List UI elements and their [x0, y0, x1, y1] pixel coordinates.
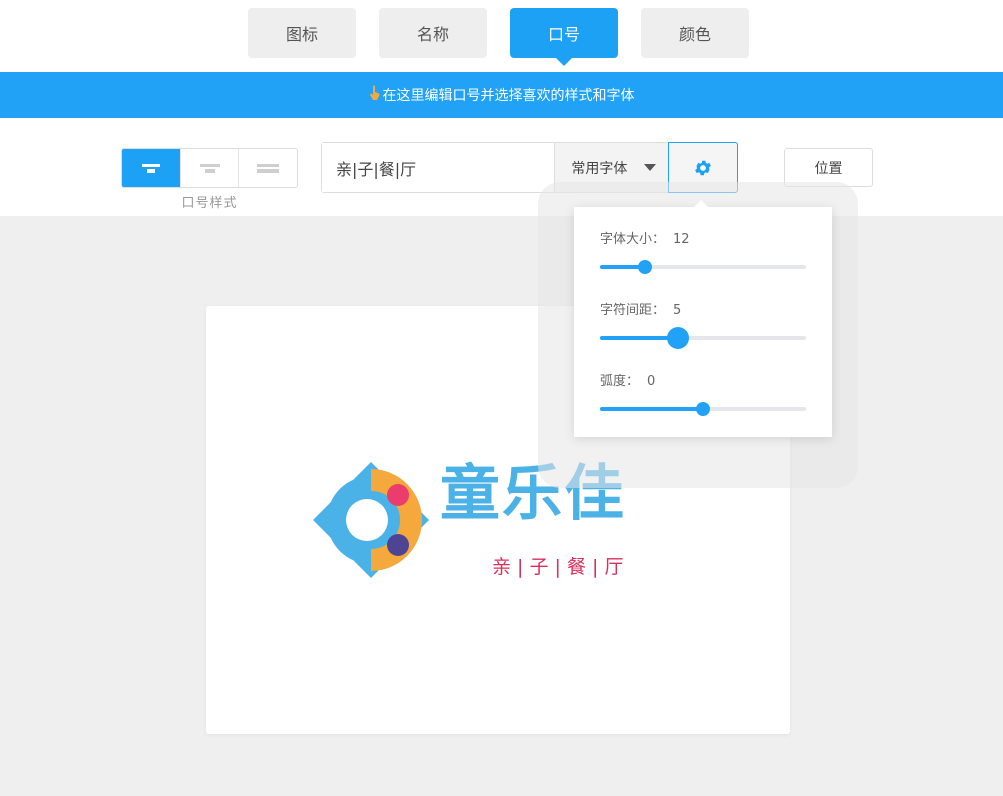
letter-spacing-slider[interactable]	[600, 327, 806, 349]
caret-down-icon	[644, 164, 657, 171]
font-size-slider[interactable]	[600, 260, 806, 274]
letter-spacing-slider-thumb[interactable]	[667, 327, 690, 349]
hint-banner: 在这里编辑口号并选择喜欢的样式和字体	[0, 72, 1003, 118]
slogan-input[interactable]	[322, 143, 555, 192]
top-tab-bar: 图标 名称 口号 颜色	[0, 0, 1003, 72]
pointing-hand-icon	[369, 85, 381, 105]
hint-text: 在这里编辑口号并选择喜欢的样式和字体	[382, 88, 635, 104]
style-top-icon	[141, 163, 160, 173]
logo-emblem-icon	[313, 462, 429, 578]
curvature-slider-thumb[interactable]	[696, 402, 710, 416]
curvature-value: 0	[647, 374, 656, 389]
slogan-text: 亲 | 子 | 餐 | 厅	[492, 556, 624, 578]
tab-slogan[interactable]: 口号	[510, 8, 618, 66]
gear-icon	[695, 160, 712, 175]
style-inline-icon	[257, 163, 280, 173]
curvature-label: 弧度： 0	[600, 374, 656, 389]
letter-spacing-label: 字符间距： 5	[600, 303, 682, 318]
tab-icon[interactable]: 图标	[248, 8, 356, 58]
curvature-slider[interactable]	[600, 402, 806, 416]
font-size-value: 12	[673, 232, 690, 247]
style-button-inline[interactable]	[239, 149, 297, 187]
slogan-style-group	[121, 148, 298, 188]
tab-name[interactable]: 名称	[379, 8, 487, 58]
letter-spacing-value: 5	[673, 303, 682, 318]
tab-color[interactable]: 颜色	[641, 8, 749, 58]
font-size-label: 字体大小： 12	[600, 232, 690, 247]
style-button-middle[interactable]	[180, 149, 240, 187]
style-button-top[interactable]	[122, 149, 181, 187]
font-select-label: 常用字体	[571, 160, 628, 177]
font-size-slider-thumb[interactable]	[638, 260, 653, 274]
slogan-style-label: 口号样式	[181, 196, 238, 211]
font-settings-panel: 字体大小： 12 字符间距： 5 弧度： 0	[574, 200, 832, 437]
style-middle-icon	[199, 163, 220, 173]
